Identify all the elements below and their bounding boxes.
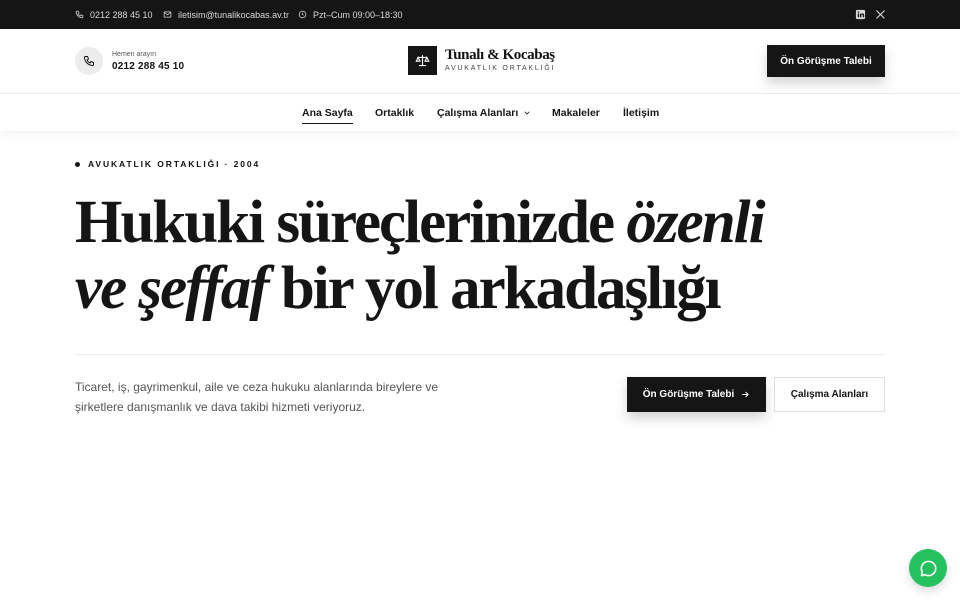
hero-headline: Hukuki süreçlerinizde özenli ve şeffaf b… (75, 190, 835, 322)
topbar-hours: Pzt–Cum 09:00–18:30 (298, 0, 403, 29)
topbar-phone-text: 0212 288 45 10 (90, 9, 153, 20)
x-link[interactable] (875, 0, 886, 29)
nav-practice-areas[interactable]: Çalışma Alanları (437, 94, 531, 131)
nav-home-label: Ana Sayfa (302, 106, 353, 119)
hero-lead: Ticaret, iş, gayrimenkul, aile ve ceza h… (75, 380, 439, 414)
bullet-dot (75, 161, 80, 167)
topbar-email[interactable]: iletisim@tunalikocabas.av.tr (163, 0, 289, 29)
site-header: Hemen arayın 0212 288 45 10 Tunalı & Koc… (0, 29, 960, 94)
x-icon (876, 10, 885, 19)
chevron-down-icon (524, 111, 530, 115)
call-icon-circle (75, 47, 103, 75)
top-bar: 0212 288 45 10 iletisim@tunalikocabas.av… (0, 0, 960, 29)
headline-part-1: Hukuki süreçlerinizde (75, 189, 627, 256)
scales-icon (415, 54, 430, 67)
hero-practice-areas-button[interactable]: Çalışma Alanları (774, 377, 885, 412)
nav-articles-label: Makaleler (552, 106, 600, 119)
whatsapp-button[interactable] (909, 549, 947, 587)
topbar-phone[interactable]: 0212 288 45 10 (75, 0, 153, 29)
nav-contact-label: İletişim (623, 106, 660, 119)
call-block[interactable]: Hemen arayın 0212 288 45 10 (75, 47, 184, 75)
topbar-email-text: iletisim@tunalikocabas.av.tr (178, 9, 290, 20)
scales-icon-box (408, 46, 437, 75)
brand-logo[interactable]: Tunalı & Kocabaş AVUKATLIK ORTAKLIĞI (408, 46, 555, 75)
brand-name: Tunalı & Kocabaş (445, 47, 555, 63)
call-label: Hemen arayın (112, 50, 156, 58)
nav-partnership[interactable]: Ortaklık (375, 94, 414, 131)
brand-text: Tunalı & Kocabaş AVUKATLIK ORTAKLIĞI (445, 47, 555, 74)
nav-home[interactable]: Ana Sayfa (302, 94, 353, 131)
phone-icon (83, 56, 94, 67)
chat-bubble-icon (920, 560, 936, 576)
topbar-hours-text: Pzt–Cum 09:00–18:30 (313, 9, 403, 20)
hero-divider (75, 354, 885, 355)
main-nav: Ana Sayfa Ortaklık Çalışma Alanları Maka… (0, 94, 960, 131)
headline-part-2: bir yol arkadaşlığı (267, 255, 722, 322)
linkedin-link[interactable] (855, 0, 866, 29)
nav-contact[interactable]: İletişim (623, 94, 659, 131)
consultation-button[interactable]: Ön Görüşme Talebi (767, 45, 885, 77)
linkedin-icon (855, 9, 866, 20)
clock-icon (298, 10, 307, 19)
mail-icon (163, 11, 172, 18)
phone-icon (75, 10, 84, 19)
hero-consultation-button[interactable]: Ön Görüşme Talebi (627, 377, 766, 412)
headline-emphasis-2: ve şeffaf (75, 255, 270, 322)
brand-subtitle: AVUKATLIK ORTAKLIĞI (445, 65, 556, 72)
call-number: 0212 288 45 10 (112, 60, 185, 72)
hero-consultation-label: Ön Görüşme Talebi (642, 389, 735, 400)
hero-eyebrow-text: AVUKATLIK ORTAKLIĞI · 2004 (88, 159, 261, 169)
call-text: Hemen arayın 0212 288 45 10 (112, 50, 184, 73)
nav-articles[interactable]: Makaleler (552, 94, 600, 131)
nav-partnership-label: Ortaklık (375, 106, 415, 119)
headline-emphasis-1: özenli (626, 189, 765, 256)
hero-eyebrow: AVUKATLIK ORTAKLIĞI · 2004 (75, 159, 260, 169)
nav-practice-areas-label: Çalışma Alanları (437, 106, 519, 119)
arrow-right-icon (742, 391, 750, 398)
